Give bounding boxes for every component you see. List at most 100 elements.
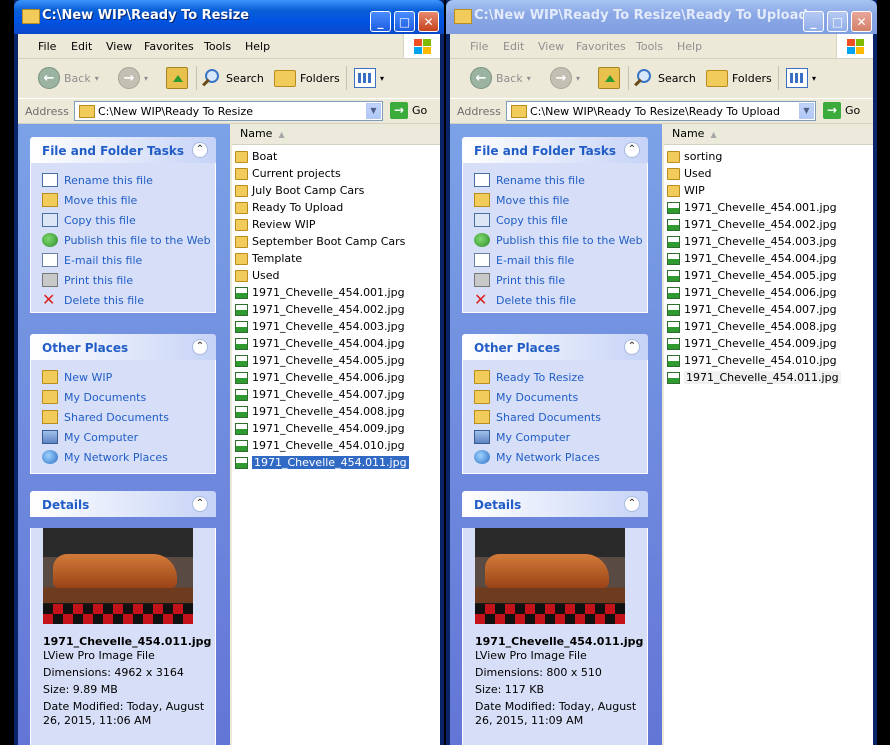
forward-button[interactable]: → ▾ bbox=[550, 65, 580, 91]
panel-header[interactable]: Other Places ⌃ bbox=[30, 334, 216, 360]
menu-view[interactable]: View bbox=[106, 40, 132, 53]
minimize-button[interactable]: _ bbox=[803, 11, 824, 32]
file-item[interactable]: 1971_Chevelle_454.001.jpg bbox=[667, 199, 837, 216]
go-button[interactable]: → Go bbox=[390, 102, 427, 119]
menu-edit[interactable]: Edit bbox=[503, 40, 524, 53]
file-item[interactable]: 1971_Chevelle_454.007.jpg bbox=[235, 386, 405, 403]
file-item[interactable]: 1971_Chevelle_454.004.jpg bbox=[235, 335, 405, 352]
place-my-documents[interactable]: My Documents bbox=[473, 387, 647, 407]
views-button[interactable]: ▾ bbox=[786, 65, 816, 91]
file-item[interactable]: 1971_Chevelle_454.004.jpg bbox=[667, 250, 837, 267]
file-item[interactable]: 1971_Chevelle_454.002.jpg bbox=[667, 216, 837, 233]
file-item[interactable]: 1971_Chevelle_454.006.jpg bbox=[667, 284, 837, 301]
collapse-icon[interactable]: ⌃ bbox=[192, 339, 208, 355]
panel-header[interactable]: File and Folder Tasks ⌃ bbox=[30, 137, 216, 163]
place-my-network[interactable]: My Network Places bbox=[473, 447, 647, 467]
file-item[interactable]: 1971_Chevelle_454.003.jpg bbox=[667, 233, 837, 250]
search-button[interactable]: Search bbox=[634, 65, 696, 91]
folder-item[interactable]: September Boot Camp Cars bbox=[235, 233, 405, 250]
file-item[interactable]: 1971_Chevelle_454.010.jpg bbox=[667, 352, 837, 369]
folder-item[interactable]: Used bbox=[667, 165, 712, 182]
search-button[interactable]: Search bbox=[202, 65, 264, 91]
panel-header[interactable]: Details ⌃ bbox=[462, 491, 648, 517]
collapse-icon[interactable]: ⌃ bbox=[624, 496, 640, 512]
explorer-window-ready-to-upload[interactable]: C:\New WIP\Ready To Resize\Ready To Uplo… bbox=[446, 0, 877, 745]
menu-help[interactable]: Help bbox=[245, 40, 270, 53]
folder-item[interactable]: Used bbox=[235, 267, 280, 284]
chevron-down-icon[interactable]: ▼ bbox=[366, 103, 381, 119]
menu-file[interactable]: File bbox=[38, 40, 56, 53]
address-input[interactable]: C:\New WIP\Ready To Resize\Ready To Uplo… bbox=[506, 101, 816, 121]
file-item[interactable]: 1971_Chevelle_454.003.jpg bbox=[235, 318, 405, 335]
file-item[interactable]: 1971_Chevelle_454.001.jpg bbox=[235, 284, 405, 301]
folder-item[interactable]: Ready To Upload bbox=[235, 199, 343, 216]
name-column-header[interactable]: Name ▲ bbox=[240, 127, 360, 143]
rename-file-link[interactable]: Rename this file bbox=[41, 170, 215, 190]
collapse-icon[interactable]: ⌃ bbox=[624, 142, 640, 158]
place-ready-to-resize[interactable]: Ready To Resize bbox=[473, 367, 647, 387]
file-item[interactable]: 1971_Chevelle_454.005.jpg bbox=[235, 352, 405, 369]
folder-item[interactable]: Template bbox=[235, 250, 302, 267]
delete-file-link[interactable]: ✕ Delete this file bbox=[473, 290, 647, 310]
file-item[interactable]: 1971_Chevelle_454.006.jpg bbox=[235, 369, 405, 386]
email-file-link[interactable]: E-mail this file bbox=[41, 250, 215, 270]
print-file-link[interactable]: Print this file bbox=[41, 270, 215, 290]
place-my-computer[interactable]: My Computer bbox=[473, 427, 647, 447]
copy-file-link[interactable]: Copy this file bbox=[41, 210, 215, 230]
title-bar[interactable]: C:\New WIP\Ready To Resize\Ready To Uplo… bbox=[446, 0, 877, 34]
file-item[interactable]: 1971_Chevelle_454.010.jpg bbox=[235, 437, 405, 454]
folder-item[interactable]: Current projects bbox=[235, 165, 341, 182]
file-item[interactable]: 1971_Chevelle_454.009.jpg bbox=[235, 420, 405, 437]
menu-favorites[interactable]: Favorites bbox=[144, 40, 194, 53]
back-button[interactable]: ← Back ▾ bbox=[38, 65, 99, 91]
explorer-window-ready-to-resize[interactable]: C:\New WIP\Ready To Resize _ □ ✕ File Ed… bbox=[14, 0, 444, 745]
panel-header[interactable]: Other Places ⌃ bbox=[462, 334, 648, 360]
rename-file-link[interactable]: Rename this file bbox=[473, 170, 647, 190]
title-bar[interactable]: C:\New WIP\Ready To Resize _ □ ✕ bbox=[14, 0, 444, 34]
file-item[interactable]: 1971_Chevelle_454.008.jpg bbox=[667, 318, 837, 335]
close-button[interactable]: ✕ bbox=[851, 11, 872, 32]
file-item[interactable]: 1971_Chevelle_454.008.jpg bbox=[235, 403, 405, 420]
menu-edit[interactable]: Edit bbox=[71, 40, 92, 53]
file-item[interactable]: 1971_Chevelle_454.011.jpg bbox=[667, 369, 841, 386]
forward-button[interactable]: → ▾ bbox=[118, 65, 148, 91]
collapse-icon[interactable]: ⌃ bbox=[192, 496, 208, 512]
publish-file-link[interactable]: Publish this file to the Web bbox=[41, 230, 215, 250]
file-list[interactable]: Name ▲ Boat Current projects July Boot Camp… bbox=[232, 124, 440, 745]
copy-file-link[interactable]: Copy this file bbox=[473, 210, 647, 230]
chevron-down-icon[interactable]: ▼ bbox=[799, 103, 814, 119]
folders-button[interactable]: Folders bbox=[706, 65, 772, 91]
move-file-link[interactable]: Move this file bbox=[41, 190, 215, 210]
maximize-button[interactable]: □ bbox=[394, 11, 415, 32]
menu-tools[interactable]: Tools bbox=[636, 40, 663, 53]
menu-favorites[interactable]: Favorites bbox=[576, 40, 626, 53]
publish-file-link[interactable]: Publish this file to the Web bbox=[473, 230, 647, 250]
file-item[interactable]: 1971_Chevelle_454.002.jpg bbox=[235, 301, 405, 318]
place-shared-documents[interactable]: Shared Documents bbox=[41, 407, 215, 427]
place-my-network[interactable]: My Network Places bbox=[41, 447, 215, 467]
go-button[interactable]: → Go bbox=[823, 102, 860, 119]
maximize-button[interactable]: □ bbox=[827, 11, 848, 32]
folder-item[interactable]: Review WIP bbox=[235, 216, 316, 233]
panel-header[interactable]: File and Folder Tasks ⌃ bbox=[462, 137, 648, 163]
folder-item[interactable]: Boat bbox=[235, 148, 277, 165]
place-my-computer[interactable]: My Computer bbox=[41, 427, 215, 447]
collapse-icon[interactable]: ⌃ bbox=[192, 142, 208, 158]
menu-file[interactable]: File bbox=[470, 40, 488, 53]
folder-item[interactable]: WIP bbox=[667, 182, 705, 199]
place-new-wip[interactable]: New WIP bbox=[41, 367, 215, 387]
views-button[interactable]: ▾ bbox=[354, 65, 384, 91]
print-file-link[interactable]: Print this file bbox=[473, 270, 647, 290]
close-button[interactable]: ✕ bbox=[418, 11, 439, 32]
address-input[interactable]: C:\New WIP\Ready To Resize ▼ bbox=[74, 101, 383, 121]
folder-item[interactable]: sorting bbox=[667, 148, 722, 165]
email-file-link[interactable]: E-mail this file bbox=[473, 250, 647, 270]
file-item[interactable]: 1971_Chevelle_454.011.jpg bbox=[235, 454, 409, 471]
file-item[interactable]: 1971_Chevelle_454.007.jpg bbox=[667, 301, 837, 318]
place-shared-documents[interactable]: Shared Documents bbox=[473, 407, 647, 427]
name-column-header[interactable]: Name ▲ bbox=[672, 127, 792, 143]
back-button[interactable]: ← Back ▾ bbox=[470, 65, 531, 91]
menu-tools[interactable]: Tools bbox=[204, 40, 231, 53]
file-item[interactable]: 1971_Chevelle_454.005.jpg bbox=[667, 267, 837, 284]
menu-view[interactable]: View bbox=[538, 40, 564, 53]
